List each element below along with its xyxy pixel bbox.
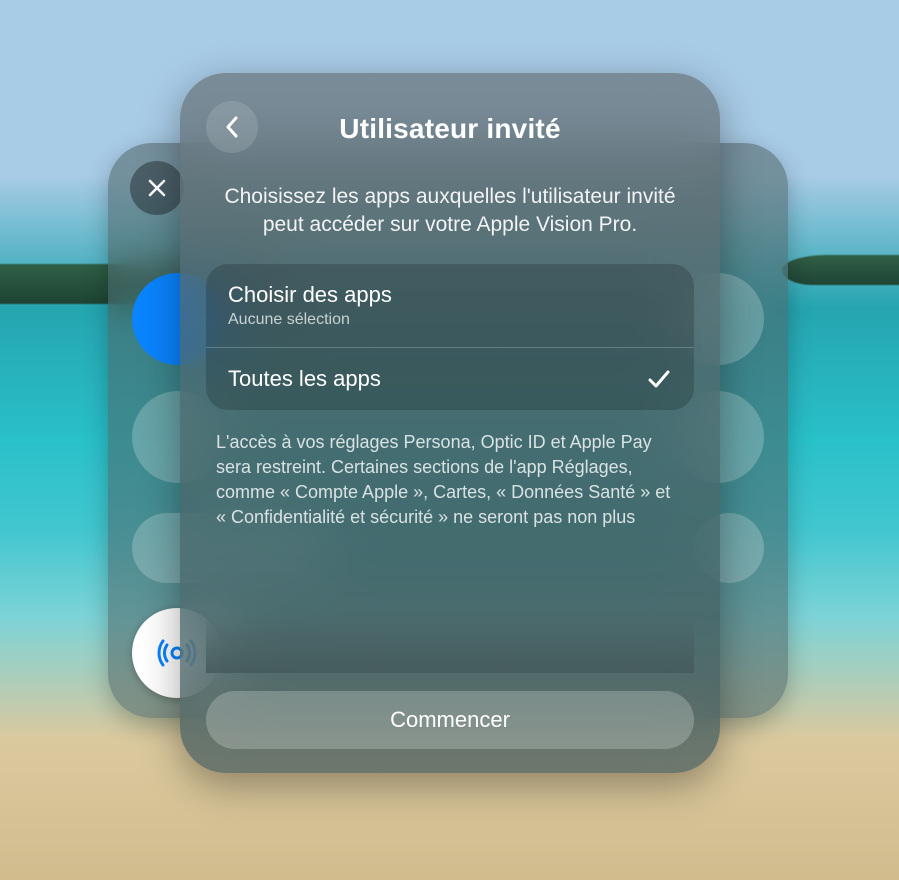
modal-description: Choisissez les apps auxquelles l'utilisa…	[206, 183, 694, 240]
modal-header: Utilisateur invité	[206, 101, 694, 157]
text-fade-overlay	[206, 613, 694, 673]
start-button[interactable]: Commencer	[206, 691, 694, 749]
start-button-label: Commencer	[390, 707, 510, 733]
option-title: Toutes les apps	[228, 366, 381, 392]
app-access-options: Choisir des apps Aucune sélection Toutes…	[206, 264, 694, 410]
close-button[interactable]	[130, 161, 184, 215]
access-restriction-note: L'accès à vos réglages Persona, Optic ID…	[206, 430, 694, 531]
back-button[interactable]	[206, 101, 258, 153]
wallpaper-detail	[782, 255, 899, 285]
option-choose-apps[interactable]: Choisir des apps Aucune sélection	[206, 264, 694, 347]
checkmark-icon	[646, 366, 672, 392]
close-icon	[147, 178, 167, 198]
chevron-left-icon	[224, 116, 240, 138]
guest-user-modal: Utilisateur invité Choisissez les apps a…	[180, 73, 720, 773]
option-title: Choisir des apps	[228, 282, 392, 308]
modal-title: Utilisateur invité	[339, 113, 560, 145]
option-subtitle: Aucune sélection	[228, 311, 392, 329]
option-text: Choisir des apps Aucune sélection	[228, 282, 392, 329]
option-all-apps[interactable]: Toutes les apps	[206, 347, 694, 410]
